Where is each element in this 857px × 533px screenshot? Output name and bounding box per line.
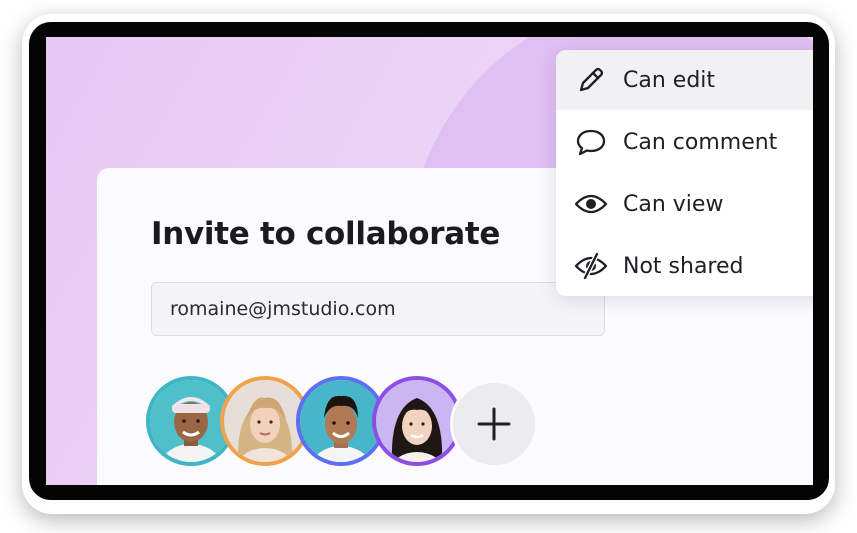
add-collaborator-button[interactable] (450, 380, 538, 468)
device-bottom-bezel (29, 485, 829, 500)
avatar[interactable] (372, 376, 462, 466)
menu-item-can-edit[interactable]: Can edit (556, 50, 813, 110)
email-field[interactable]: romaine@jmstudio.com (151, 282, 605, 336)
menu-item-label: Not shared (623, 253, 744, 279)
menu-item-not-shared[interactable]: Not shared (556, 236, 813, 296)
menu-item-can-comment[interactable]: Can comment (556, 112, 813, 172)
menu-item-label: Can view (623, 191, 724, 217)
avatar-image-2 (224, 380, 306, 462)
menu-item-can-view[interactable]: Can view (556, 174, 813, 234)
pencil-icon (574, 63, 608, 97)
plus-icon (477, 407, 511, 441)
eye-icon (574, 187, 608, 221)
dialog-title: Invite to collaborate (151, 216, 501, 252)
collaborator-avatars (146, 376, 606, 470)
menu-item-label: Can comment (623, 129, 778, 155)
speech-bubble-icon (574, 125, 608, 159)
menu-item-label: Can edit (623, 67, 716, 93)
eye-slash-icon (574, 249, 608, 283)
avatar-image-4 (376, 380, 458, 462)
screen: Invite to collaborate romaine@jmstudio.c… (46, 37, 813, 485)
device-frame: Invite to collaborate romaine@jmstudio.c… (29, 22, 829, 500)
avatar-image-3 (300, 380, 382, 462)
permissions-menu: Can edit Can comment Can view Not shared (556, 50, 813, 296)
